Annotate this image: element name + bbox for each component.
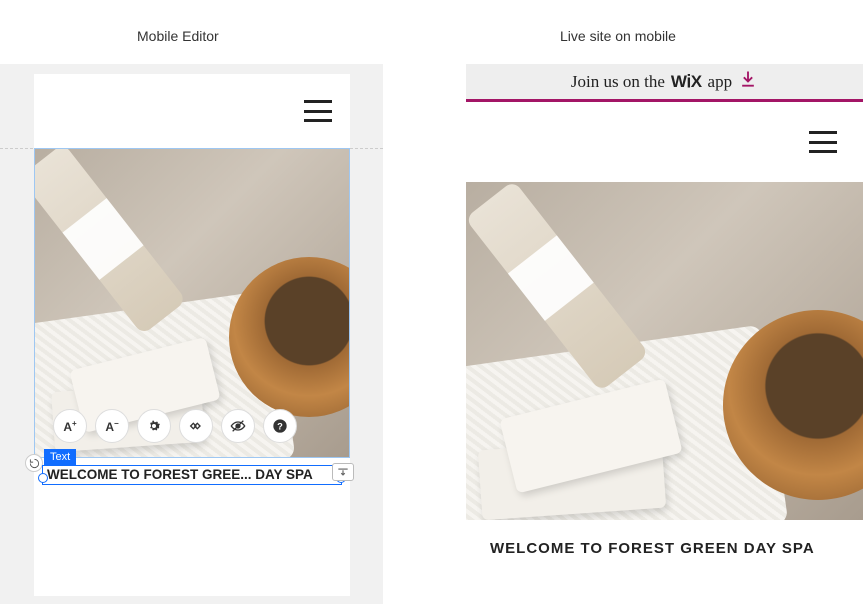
- stretch-icon[interactable]: [332, 463, 354, 481]
- font-decrease-button[interactable]: A−: [95, 409, 129, 443]
- svg-text:?: ?: [277, 421, 283, 431]
- settings-button[interactable]: [137, 409, 171, 443]
- element-type-tag: Text: [44, 449, 76, 465]
- banner-text-prefix: Join us on the: [571, 72, 665, 92]
- resize-handle-left[interactable]: [38, 473, 48, 483]
- mobile-editor-frame: A+ A− ?: [34, 74, 350, 596]
- heading-text[interactable]: WELCOME TO FOREST GREE... DAY SPA: [46, 466, 314, 483]
- live-preview-panel: Join us on the WiX app WELCOME TO FOREST…: [466, 64, 863, 604]
- wix-app-banner[interactable]: Join us on the WiX app: [466, 64, 863, 102]
- editor-panel: A+ A− ?: [0, 64, 383, 604]
- wix-logo-text: WiX: [671, 72, 702, 92]
- site-header: [34, 74, 350, 148]
- animation-button[interactable]: [179, 409, 213, 443]
- element-toolbar: A+ A− ?: [53, 409, 297, 443]
- download-icon: [738, 69, 758, 94]
- menu-icon[interactable]: [809, 131, 837, 153]
- font-increase-button[interactable]: A+: [53, 409, 87, 443]
- hero-image: [466, 182, 863, 520]
- heading-text: WELCOME TO FOREST GREEN DAY SPA: [466, 520, 863, 561]
- column-label-editor: Mobile Editor: [137, 28, 219, 44]
- column-label-live: Live site on mobile: [560, 28, 676, 44]
- site-header: [466, 102, 863, 182]
- text-element-selected[interactable]: Text WELCOME TO FOREST GREE... DAY SPA: [34, 460, 350, 490]
- hero-image-element[interactable]: A+ A− ?: [34, 148, 350, 458]
- banner-text-suffix: app: [708, 72, 733, 92]
- undo-icon[interactable]: [25, 454, 43, 472]
- menu-icon[interactable]: [304, 100, 332, 122]
- help-button[interactable]: ?: [263, 409, 297, 443]
- hide-button[interactable]: [221, 409, 255, 443]
